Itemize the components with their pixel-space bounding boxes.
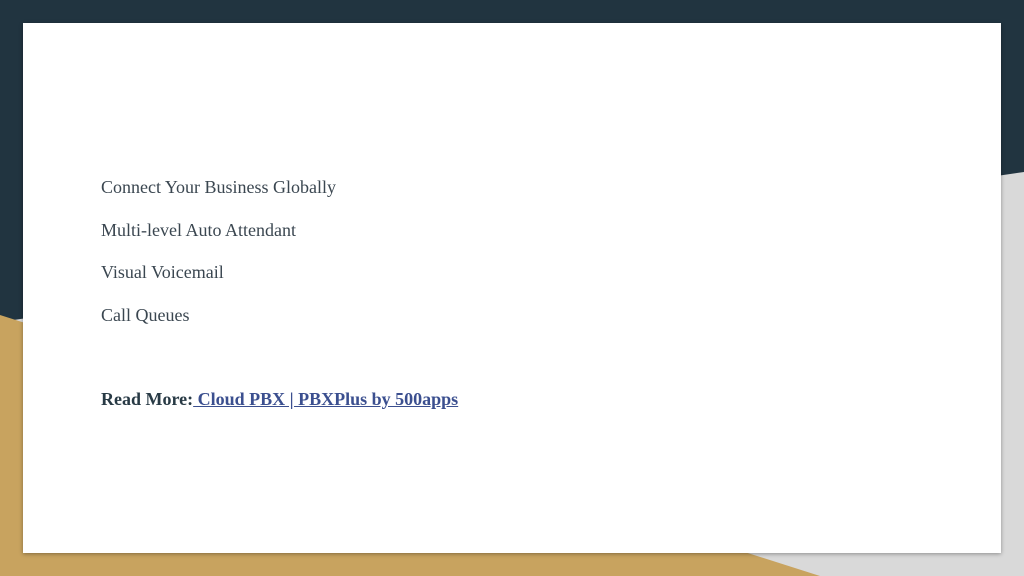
feature-item-call-queues: Call Queues: [101, 304, 190, 325]
read-more-label: Read More:: [101, 389, 194, 409]
read-more-line: Read More: Cloud PBX | PBXPlus by 500app…: [101, 388, 458, 410]
feature-item-auto-attendant: Multi-level Auto Attendant: [101, 219, 296, 240]
slide-content-card: Connect Your Business Globally Multi-lev…: [23, 23, 1001, 553]
feature-list: Connect Your Business Globally Multi-lev…: [101, 176, 336, 346]
feature-item-visual-voicemail: Visual Voicemail: [101, 262, 224, 282]
feature-item-global: Connect Your Business Globally: [101, 177, 337, 197]
cloud-pbx-link[interactable]: Cloud PBX | PBXPlus by 500apps: [193, 389, 459, 409]
